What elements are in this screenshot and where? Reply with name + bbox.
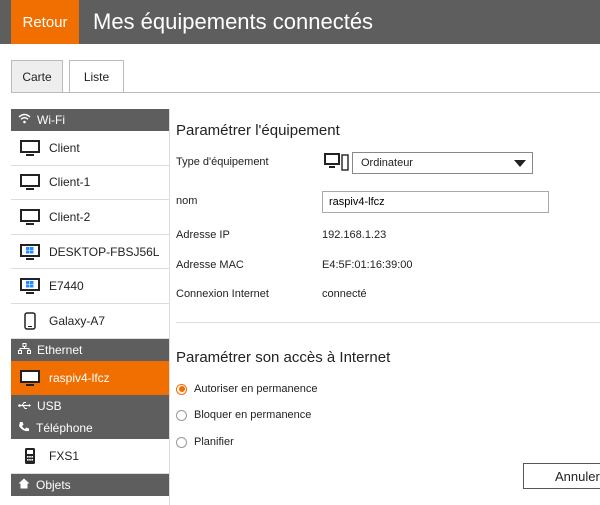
- windows-monitor-icon: [18, 242, 42, 262]
- header-bar: Retour Mes équipements connectés: [0, 0, 600, 44]
- access-title: Paramétrer son accès à Internet: [176, 349, 391, 366]
- category-ethernet-label: Ethernet: [37, 342, 83, 357]
- monitor-icon: [18, 207, 42, 227]
- tab-liste[interactable]: Liste: [69, 60, 124, 93]
- sidebar-item-label: DESKTOP-FBSJ56L: [49, 244, 160, 259]
- wifi-icon: [18, 113, 31, 127]
- sidebar-item-client-2[interactable]: Client-2: [11, 200, 170, 235]
- back-button[interactable]: Retour: [11, 0, 79, 44]
- category-wifi-label: Wi-Fi: [37, 113, 65, 127]
- category-telephone-label: Téléphone: [36, 421, 93, 436]
- settings-title: Paramétrer l'équipement: [176, 122, 340, 139]
- sidebar-item-label: Client-1: [49, 175, 91, 190]
- desk-phone-icon: [18, 446, 42, 466]
- sidebar-item-label: Client-2: [49, 209, 91, 224]
- radio-button[interactable]: [176, 436, 187, 448]
- radio-label: Autoriser en permanence: [194, 383, 318, 395]
- device-type-value: Ordinateur: [361, 157, 413, 169]
- internet-label: Connexion Internet: [176, 288, 269, 300]
- sidebar-item-e7440[interactable]: E7440: [11, 269, 170, 304]
- mac-label: Adresse MAC: [176, 259, 244, 271]
- radio-label: Planifier: [194, 436, 234, 448]
- chevron-down-icon: [514, 160, 526, 167]
- sidebar-divider: [169, 109, 170, 505]
- usb-icon: [18, 399, 31, 413]
- sidebar-item-label: Galaxy-A7: [49, 313, 106, 328]
- monitor-icon: [18, 172, 42, 192]
- sidebar-item-label: raspiv4-lfcz: [49, 370, 110, 385]
- name-label: nom: [176, 195, 198, 207]
- cancel-button[interactable]: Annuler: [523, 463, 600, 489]
- windows-monitor-icon: [18, 276, 42, 296]
- type-label: Type d'équipement: [176, 156, 269, 168]
- home-icon: [18, 478, 30, 492]
- device-name-input[interactable]: [322, 191, 549, 213]
- radio-label: Bloquer en permanence: [194, 409, 312, 421]
- ip-label: Adresse IP: [176, 229, 230, 241]
- monitor-icon: [18, 368, 42, 388]
- sidebar-item-client[interactable]: Client: [11, 131, 170, 166]
- sidebar-item-desktop-fbsj56l[interactable]: DESKTOP-FBSJ56L: [11, 234, 170, 270]
- page-title: Mes équipements connectés: [93, 9, 374, 34]
- sidebar-item-label: FXS1: [49, 448, 80, 463]
- tab-divider: [11, 92, 600, 93]
- ip-value: 192.168.1.23: [322, 229, 387, 241]
- sidebar-item-galaxy-a7[interactable]: Galaxy-A7: [11, 303, 170, 339]
- radio-bloquer[interactable]: Bloquer en permanence: [176, 409, 311, 421]
- mac-value: E4:5F:01:16:39:00: [322, 259, 413, 271]
- smartphone-icon: [18, 311, 42, 331]
- category-telephone: Téléphone: [11, 417, 170, 440]
- category-usb-label: USB: [37, 399, 62, 414]
- category-ethernet: Ethernet: [11, 338, 170, 361]
- sidebar-item-label: Client: [49, 140, 80, 155]
- sidebar-item-label: E7440: [49, 279, 84, 294]
- monitor-icon: [18, 138, 42, 158]
- section-divider: [176, 322, 600, 323]
- radio-planifier[interactable]: Planifier: [176, 436, 234, 448]
- internet-status: connecté: [322, 288, 367, 300]
- device-sidebar: Wi-Fi Client Client-1 Client-2 DESKTOP-F…: [11, 109, 170, 496]
- tab-carte[interactable]: Carte: [11, 60, 63, 93]
- network-icon: [18, 342, 31, 357]
- category-objets: Objets: [11, 473, 170, 496]
- device-type-select[interactable]: Ordinateur: [352, 152, 533, 174]
- radio-autoriser[interactable]: Autoriser en permanence: [176, 383, 318, 395]
- category-usb: USB: [11, 395, 170, 418]
- category-wifi: Wi-Fi: [11, 109, 170, 131]
- category-objets-label: Objets: [36, 477, 71, 492]
- sidebar-item-fxs1[interactable]: FXS1: [11, 439, 170, 474]
- sidebar-item-client-1[interactable]: Client-1: [11, 165, 170, 201]
- radio-button-checked[interactable]: [176, 383, 187, 395]
- monitor-icon: [323, 152, 349, 177]
- phone-icon: [18, 421, 30, 436]
- sidebar-item-raspiv4-lfcz[interactable]: raspiv4-lfcz: [11, 360, 170, 396]
- radio-button[interactable]: [176, 409, 187, 421]
